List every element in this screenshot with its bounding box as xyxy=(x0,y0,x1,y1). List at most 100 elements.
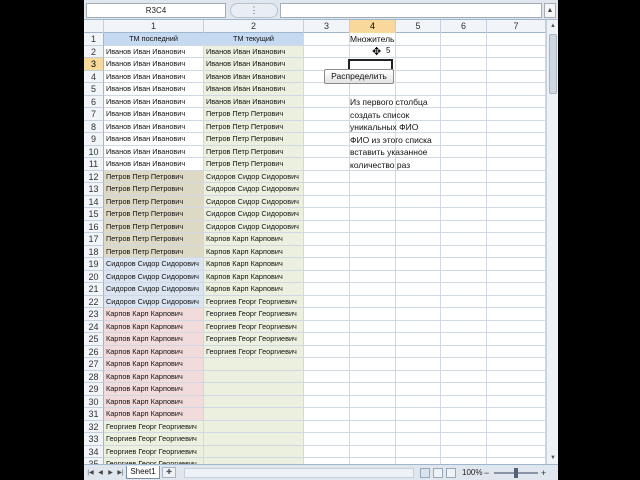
last-tm-cell[interactable]: Сидоров Сидор Сидорович xyxy=(104,258,204,271)
empty-cell[interactable] xyxy=(441,320,487,333)
empty-cell[interactable] xyxy=(441,70,487,83)
zoom-slider-knob[interactable] xyxy=(514,468,518,478)
empty-cell[interactable] xyxy=(396,33,441,46)
current-tm-cell[interactable]: Карпов Карп Карпович xyxy=(204,245,304,258)
last-tm-cell[interactable]: Сидоров Сидор Сидорович xyxy=(104,270,204,283)
empty-cell[interactable] xyxy=(396,395,441,408)
empty-cell[interactable] xyxy=(350,220,396,233)
empty-cell[interactable] xyxy=(304,333,350,346)
empty-cell[interactable] xyxy=(487,195,546,208)
empty-cell[interactable] xyxy=(350,245,396,258)
vertical-scrollbar[interactable]: ▲ ▼ xyxy=(546,20,558,464)
vertical-scroll-thumb[interactable] xyxy=(549,34,557,94)
empty-cell[interactable] xyxy=(441,183,487,196)
empty-cell[interactable] xyxy=(350,420,396,433)
empty-cell[interactable] xyxy=(441,383,487,396)
expand-formula-bar-icon[interactable]: ▲ xyxy=(544,3,556,18)
row-header-8[interactable]: 8 xyxy=(84,120,104,133)
page-break-view-icon[interactable] xyxy=(446,468,456,478)
current-tm-cell[interactable]: Петров Петр Петрович xyxy=(204,145,304,158)
empty-cell[interactable] xyxy=(441,370,487,383)
row-header-17[interactable]: 17 xyxy=(84,233,104,246)
last-tm-cell[interactable]: Иванов Иван Иванович xyxy=(104,120,204,133)
empty-cell[interactable] xyxy=(350,320,396,333)
empty-cell[interactable] xyxy=(304,45,350,58)
empty-cell[interactable] xyxy=(304,158,350,171)
empty-cell[interactable] xyxy=(396,58,441,71)
empty-cell[interactable] xyxy=(350,445,396,458)
empty-cell[interactable] xyxy=(350,195,396,208)
current-tm-cell[interactable]: Сидоров Сидор Сидорович xyxy=(204,220,304,233)
last-tm-cell[interactable]: Иванов Иван Иванович xyxy=(104,58,204,71)
current-tm-cell[interactable]: Сидоров Сидор Сидорович xyxy=(204,183,304,196)
multiplier-value[interactable]: 5 xyxy=(386,46,390,55)
current-tm-cell[interactable]: Сидоров Сидор Сидорович xyxy=(204,195,304,208)
empty-cell[interactable] xyxy=(487,183,546,196)
last-tm-cell[interactable]: Георгиев Георг Георгиевич xyxy=(104,433,204,446)
current-tm-cell[interactable]: Карпов Карп Карпович xyxy=(204,283,304,296)
empty-cell[interactable] xyxy=(441,295,487,308)
row-header-1[interactable]: 1 xyxy=(84,33,104,46)
empty-cell[interactable] xyxy=(487,120,546,133)
empty-cell[interactable] xyxy=(304,433,350,446)
last-tm-cell[interactable]: Петров Петр Петрович xyxy=(104,195,204,208)
empty-cell[interactable] xyxy=(487,245,546,258)
formula-controls-icon[interactable]: ⋮ xyxy=(230,3,278,18)
empty-cell[interactable] xyxy=(441,45,487,58)
empty-cell[interactable] xyxy=(304,195,350,208)
row-header-32[interactable]: 32 xyxy=(84,420,104,433)
empty-cell[interactable] xyxy=(396,245,441,258)
row-header-26[interactable]: 26 xyxy=(84,345,104,358)
empty-cell[interactable] xyxy=(304,408,350,421)
current-tm-cell[interactable] xyxy=(204,420,304,433)
current-tm-cell[interactable]: Карпов Карп Карпович xyxy=(204,233,304,246)
last-tm-cell[interactable]: Петров Петр Петрович xyxy=(104,245,204,258)
sheet-tab[interactable]: Sheet1 xyxy=(126,466,160,479)
last-tm-cell[interactable]: Петров Петр Петрович xyxy=(104,170,204,183)
row-header-6[interactable]: 6 xyxy=(84,95,104,108)
empty-cell[interactable] xyxy=(487,333,546,346)
empty-cell[interactable] xyxy=(304,370,350,383)
empty-cell[interactable] xyxy=(396,370,441,383)
row-header-19[interactable]: 19 xyxy=(84,258,104,271)
prev-sheet-icon[interactable]: ◀ xyxy=(96,468,105,478)
current-tm-cell[interactable] xyxy=(204,445,304,458)
empty-cell[interactable] xyxy=(487,370,546,383)
empty-cell[interactable] xyxy=(487,395,546,408)
select-all-corner[interactable] xyxy=(84,20,104,33)
empty-cell[interactable] xyxy=(304,95,350,108)
empty-cell[interactable] xyxy=(304,445,350,458)
empty-cell[interactable] xyxy=(304,345,350,358)
row-header-18[interactable]: 18 xyxy=(84,245,104,258)
empty-cell[interactable] xyxy=(396,358,441,371)
distribute-button[interactable]: Распределить xyxy=(324,69,394,84)
current-tm-cell[interactable] xyxy=(204,408,304,421)
row-header-22[interactable]: 22 xyxy=(84,295,104,308)
empty-cell[interactable] xyxy=(304,320,350,333)
last-tm-cell[interactable]: Карпов Карп Карпович xyxy=(104,358,204,371)
row-header-24[interactable]: 24 xyxy=(84,320,104,333)
column2-header-cell[interactable]: ТМ текущий xyxy=(204,33,304,46)
empty-cell[interactable] xyxy=(487,383,546,396)
normal-view-icon[interactable] xyxy=(420,468,430,478)
scroll-up-icon[interactable]: ▲ xyxy=(548,21,558,31)
last-sheet-icon[interactable]: ▶| xyxy=(116,468,125,478)
empty-cell[interactable] xyxy=(350,433,396,446)
empty-cell[interactable] xyxy=(487,295,546,308)
row-header-14[interactable]: 14 xyxy=(84,195,104,208)
row-header-3[interactable]: 3 xyxy=(84,58,104,71)
empty-cell[interactable] xyxy=(350,383,396,396)
page-layout-view-icon[interactable] xyxy=(433,468,443,478)
last-tm-cell[interactable]: Карпов Карп Карпович xyxy=(104,370,204,383)
empty-cell[interactable] xyxy=(304,108,350,121)
last-tm-cell[interactable]: Георгиев Георг Георгиевич xyxy=(104,445,204,458)
empty-cell[interactable] xyxy=(396,320,441,333)
empty-cell[interactable] xyxy=(396,83,441,96)
column-header-5[interactable]: 5 xyxy=(396,20,441,33)
empty-cell[interactable] xyxy=(304,395,350,408)
empty-cell[interactable] xyxy=(396,170,441,183)
empty-cell[interactable] xyxy=(441,433,487,446)
empty-cell[interactable] xyxy=(487,220,546,233)
last-tm-cell[interactable]: Иванов Иван Иванович xyxy=(104,45,204,58)
empty-cell[interactable] xyxy=(441,395,487,408)
